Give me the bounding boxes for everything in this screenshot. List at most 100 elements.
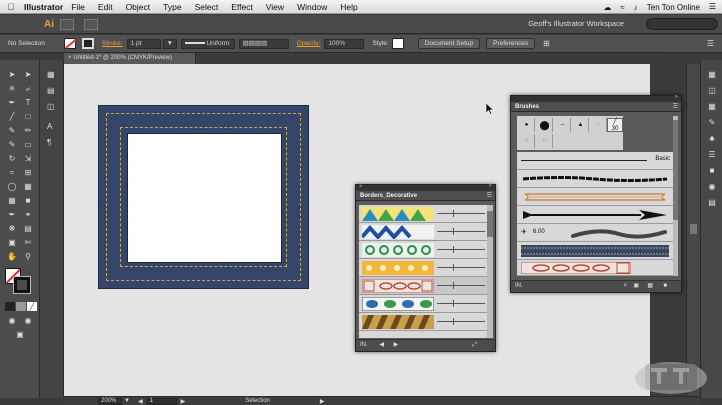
flat-tip[interactable]: – — [555, 118, 571, 132]
character-panel-icon[interactable]: A — [47, 122, 52, 131]
brushes-panel-icon[interactable]: ✎ — [707, 118, 717, 127]
links-panel-icon[interactable]: ◫ — [47, 102, 55, 111]
new-brush-icon[interactable]: ▦ — [647, 281, 653, 292]
thin-tip[interactable]: · — [591, 118, 607, 132]
preferences-button[interactable]: Preferences — [486, 38, 536, 49]
brush-tips-grid[interactable]: ● ⬤ – ▲ · ╱ 30 ∴ ∷ — [517, 116, 623, 150]
scale-tool-icon[interactable]: ⇲ — [23, 154, 33, 163]
brushes-list-scrollbar[interactable] — [673, 116, 678, 276]
line-tool-icon[interactable]: ╱ — [7, 112, 17, 121]
list-item[interactable] — [359, 223, 489, 241]
dots-tip[interactable]: ∷ — [537, 134, 553, 148]
stroke-profile-select[interactable]: Uniform — [180, 38, 235, 49]
menu-help[interactable]: Help — [340, 2, 357, 12]
document-tab[interactable]: × Untitled-1* @ 200% (CMYK/Preview) — [64, 53, 196, 64]
panel-menu-icon[interactable]: ☰ — [673, 102, 678, 112]
bridge-icon[interactable] — [60, 18, 74, 30]
brush-libraries-menu[interactable]: IN. — [360, 342, 368, 348]
list-item[interactable]: Basic — [517, 152, 674, 170]
panel-menu-icon[interactable]: ☰ — [707, 39, 714, 48]
type-tool-icon[interactable]: T — [23, 98, 33, 107]
round-tip-small[interactable]: ● — [519, 118, 535, 132]
vertical-scrollbar-thumb[interactable] — [690, 224, 697, 234]
list-item[interactable] — [359, 277, 489, 295]
angled-tip[interactable]: ▲ — [573, 118, 589, 132]
list-item[interactable] — [517, 260, 674, 276]
paintbrush-icon[interactable]: ✎ — [7, 126, 17, 135]
menu-object[interactable]: Object — [126, 2, 151, 12]
search-field[interactable] — [646, 18, 718, 30]
denim-frame-artwork[interactable] — [98, 105, 309, 289]
color-mode-icon[interactable] — [5, 302, 15, 311]
color-panel-icon[interactable]: ▦ — [707, 70, 717, 79]
paragraph-panel-icon[interactable]: ¶ — [47, 138, 51, 147]
workspace-switcher[interactable]: Geoff's Illustrator Workspace — [528, 19, 624, 28]
panel-menu-icon[interactable]: ☰ — [487, 191, 492, 201]
list-icon[interactable]: ☰ — [709, 2, 716, 11]
list-item[interactable] — [517, 170, 674, 188]
magic-wand-icon[interactable]: ✳ — [7, 84, 17, 93]
trash-icon[interactable]: ■ — [663, 281, 667, 292]
remove-stroke-icon[interactable]: × — [623, 281, 627, 292]
zoom-tool-icon[interactable]: ⚲ — [23, 252, 33, 261]
slice-tool-icon[interactable]: ✄ — [23, 238, 33, 247]
menu-select[interactable]: Select — [195, 2, 219, 12]
blob-brush-icon[interactable]: ✎ — [7, 140, 17, 149]
menu-effect[interactable]: Effect — [231, 2, 253, 12]
list-item[interactable] — [517, 242, 674, 260]
scrollbar-thumb[interactable] — [673, 120, 678, 220]
menu-window[interactable]: Window — [297, 2, 327, 12]
artboard-tool-icon[interactable]: ▣ — [7, 238, 17, 247]
brushes-list[interactable]: Basic ✈ 6.00 — [517, 152, 674, 276]
next-artboard-icon[interactable]: ▶ — [181, 398, 186, 405]
brush-tip-selected[interactable]: ╱ 30 — [607, 118, 623, 132]
list-item[interactable] — [359, 295, 489, 313]
previous-library-icon[interactable]: ◀ — [379, 342, 384, 348]
gradient-panel-icon[interactable]: ■ — [707, 166, 717, 175]
round-tip-large[interactable]: ⬤ — [537, 118, 553, 132]
opacity-field[interactable]: 100% — [324, 38, 365, 49]
color-guide-icon[interactable]: ◫ — [707, 86, 717, 95]
collapse-icon[interactable]: » — [675, 94, 678, 100]
appearance-panel-icon[interactable]: ◉ — [707, 182, 717, 191]
blend-tool-icon[interactable]: ⚭ — [23, 210, 33, 219]
direct-selection-tool-icon[interactable]: ➤ — [23, 70, 33, 79]
opacity-label[interactable]: Opacity: — [297, 40, 321, 47]
first-artboard-icon[interactable]: ◀ — [138, 398, 143, 405]
scatter-tip[interactable]: ∴ — [519, 134, 535, 148]
menu-view[interactable]: View — [266, 2, 284, 12]
borders-brush-list[interactable] — [359, 205, 489, 338]
rectangle-tool-icon[interactable]: □ — [23, 112, 33, 121]
gradient-tool-icon[interactable]: ■ — [23, 196, 33, 205]
list-item[interactable] — [359, 259, 489, 277]
brush-definition-select[interactable]: ▧▧▧▧ — [238, 38, 289, 49]
mesh-tool-icon[interactable]: ▦ — [7, 196, 17, 205]
user-name[interactable]: Ten Ton Online — [647, 3, 700, 12]
page-field[interactable]: 1 — [146, 397, 177, 405]
graphic-style-swatch[interactable] — [391, 38, 404, 49]
symbol-sprayer-icon[interactable]: ❋ — [7, 224, 17, 233]
arrange-documents-icon[interactable] — [84, 18, 98, 30]
collapse-icon[interactable]: » — [489, 183, 492, 189]
gradient-mode-icon[interactable] — [16, 302, 26, 311]
variable-width-profile[interactable]: ▼ — [162, 38, 177, 49]
selection-tool-icon[interactable]: ➤ — [7, 70, 17, 79]
stroke-weight-field[interactable]: 1 pt — [126, 38, 161, 49]
hand-tool-icon[interactable]: ✋ — [7, 252, 17, 261]
lasso-icon[interactable]: ⤶ — [23, 84, 33, 93]
options-icon[interactable]: ▣ — [633, 281, 639, 292]
list-item[interactable] — [517, 188, 674, 206]
draw-behind-icon[interactable]: ◉ — [23, 316, 33, 325]
fill-swatch[interactable] — [64, 38, 76, 49]
menu-type[interactable]: Type — [163, 2, 181, 12]
close-icon[interactable]: × — [68, 55, 72, 61]
stroke-box[interactable] — [13, 276, 31, 294]
draw-mode-icon[interactable]: ◉ — [7, 316, 17, 325]
brush-libraries-menu[interactable]: IN. — [515, 283, 523, 289]
arrange-icon[interactable]: ⊞ — [543, 39, 550, 48]
graph-tool-icon[interactable]: ▤ — [23, 224, 33, 233]
pencil-icon[interactable]: ✏ — [23, 126, 33, 135]
fill-stroke-widget[interactable] — [5, 268, 31, 294]
brushes-panel-tab[interactable]: Brushes ☰ — [511, 102, 681, 112]
list-item[interactable] — [359, 241, 489, 259]
